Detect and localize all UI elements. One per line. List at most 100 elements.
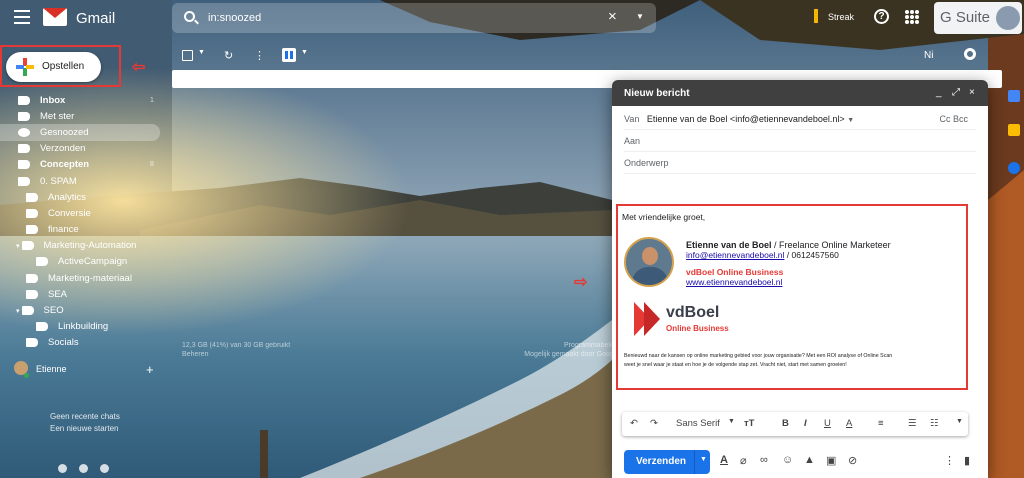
from-row[interactable]: Van Etienne van de Boel <info@etiennevan… xyxy=(624,108,976,130)
sidebar-item-label: 0. SPAM xyxy=(40,175,77,187)
attach-icon[interactable]: ⌀ xyxy=(740,454,747,467)
sidebar-item-sea[interactable]: SEA xyxy=(0,286,165,302)
calendar-icon[interactable] xyxy=(1008,90,1020,102)
greeting-text[interactable]: Met vriendelijke groet, xyxy=(622,212,705,222)
sidebar-item-seo[interactable]: ▾ SEO xyxy=(0,302,165,318)
input-language-button[interactable]: Ni xyxy=(924,50,933,61)
text-color-icon[interactable]: A xyxy=(846,418,852,429)
bold-icon[interactable]: B xyxy=(782,418,789,429)
bulleted-list-icon[interactable]: ☷ xyxy=(930,418,939,429)
send-button[interactable]: Verzenden ▼ xyxy=(624,450,710,474)
search-input[interactable] xyxy=(208,9,588,27)
sidebar-item-label: Verzonden xyxy=(40,143,86,155)
sidebar-item-sent[interactable]: Verzonden xyxy=(0,141,165,157)
photo-icon[interactable]: ▣ xyxy=(826,454,836,467)
sidebar-item-inbox[interactable]: Inbox 1 xyxy=(0,92,165,108)
sidebar-item-socials[interactable]: Socials xyxy=(0,335,165,351)
person-icon[interactable] xyxy=(58,464,67,473)
italic-icon[interactable]: I xyxy=(804,418,807,429)
sidebar-item-starred[interactable]: Met ster xyxy=(0,108,165,124)
gmail-wordmark[interactable]: Gmail xyxy=(76,10,115,27)
sidebar-item-conversie[interactable]: Conversie xyxy=(0,205,165,221)
arrow-annotation-icon: ⇨ xyxy=(574,274,588,291)
sidebar-item-marketing-materiaal[interactable]: Marketing-materiaal xyxy=(0,270,165,286)
search-options-icon[interactable]: ▼ xyxy=(636,12,644,21)
from-value[interactable]: Etienne van de Boel <info@etiennevandebo… xyxy=(647,114,845,124)
discard-draft-icon[interactable]: ▮ xyxy=(964,454,970,467)
sidebar-item-drafts[interactable]: Concepten 8 xyxy=(0,157,165,173)
sidebar-item-label: Analytics xyxy=(48,191,87,203)
clear-search-icon[interactable]: × xyxy=(608,8,617,25)
promo-line-2: weet je snel waar je staat en hoe je de … xyxy=(624,362,847,368)
align-icon[interactable]: ≡ xyxy=(878,418,884,429)
signature-name: Etienne van de Boel xyxy=(686,240,772,250)
sidebar-item-analytics[interactable]: Analytics xyxy=(0,189,165,205)
subject-field[interactable]: Onderwerp xyxy=(624,152,976,174)
new-chat-icon[interactable]: + xyxy=(146,362,154,377)
phone-icon[interactable] xyxy=(100,464,109,473)
help-icon[interactable]: ? xyxy=(874,9,889,24)
underline-icon[interactable]: U xyxy=(824,418,831,429)
gsuite-label: G Suite xyxy=(940,9,991,26)
compose-header[interactable]: Nieuw bericht _ ⤢ × xyxy=(612,80,988,106)
sidebar-item-finance[interactable]: finance xyxy=(0,222,165,238)
gmail-logo-icon[interactable] xyxy=(43,8,67,26)
label-icon xyxy=(26,208,38,218)
main-menu-icon[interactable] xyxy=(14,10,30,24)
streak-pipeline-icon[interactable] xyxy=(282,48,296,62)
hangouts-user[interactable]: Etienne xyxy=(36,364,67,374)
manage-storage-link[interactable]: Beheren xyxy=(182,350,290,359)
cc-bcc-link[interactable]: Cc Bcc xyxy=(939,114,968,124)
send-options-icon[interactable]: ▼ xyxy=(700,456,707,463)
drive-icon[interactable]: ▲ xyxy=(804,454,815,466)
gear-icon[interactable] xyxy=(964,48,976,60)
format-options-icon[interactable]: A xyxy=(720,454,728,466)
minimize-icon[interactable]: _ xyxy=(936,87,942,98)
powered-by-text: Mogelijk gemaakt door Google xyxy=(524,351,620,358)
from-dropdown-icon[interactable]: ▼ xyxy=(847,117,854,124)
fullscreen-icon[interactable]: ⤢ xyxy=(952,87,960,98)
redo-icon[interactable]: ↷ xyxy=(650,418,658,429)
close-icon[interactable]: × xyxy=(969,87,975,98)
tasks-icon[interactable] xyxy=(1008,162,1020,174)
sidebar-item-activecampaign[interactable]: ActiveCampaign xyxy=(0,254,165,270)
caret-down-icon[interactable]: ▾ xyxy=(16,307,20,315)
streak-icon[interactable] xyxy=(814,9,818,23)
link-icon[interactable]: ∞ xyxy=(760,454,768,466)
pipeline-dropdown-icon[interactable]: ▼ xyxy=(301,49,308,56)
gsuite-account-button[interactable]: G Suite xyxy=(934,2,1022,34)
more-options-icon[interactable]: ⋮ xyxy=(944,454,955,467)
sidebar-item-linkbuilding[interactable]: Linkbuilding xyxy=(0,319,165,335)
font-dropdown-icon[interactable]: ▼ xyxy=(728,418,735,425)
hangouts-icon[interactable] xyxy=(79,464,88,473)
more-icon[interactable]: ⋮ xyxy=(254,49,265,62)
sidebar-item-marketing-automation[interactable]: ▾ Marketing-Automation xyxy=(0,238,165,254)
text-size-icon[interactable]: тT xyxy=(744,418,754,429)
font-select[interactable]: Sans Serif xyxy=(676,418,720,429)
numbered-list-icon[interactable]: ☰ xyxy=(908,418,917,429)
confidential-icon[interactable]: ⊘ xyxy=(848,454,857,467)
signature-email-link[interactable]: info@etiennevandeboel.nl xyxy=(686,250,784,260)
select-all-checkbox[interactable] xyxy=(182,50,193,61)
to-field[interactable]: Aan xyxy=(624,130,976,152)
apps-grid-icon[interactable] xyxy=(905,10,919,24)
signature-promo: Benieuwd naar de kansen op online market… xyxy=(624,352,964,370)
refresh-icon[interactable]: ↻ xyxy=(224,49,233,62)
search-icon[interactable] xyxy=(184,11,195,22)
logo-subtitle: Online Business xyxy=(666,324,729,333)
keep-icon[interactable] xyxy=(1008,124,1020,136)
sidebar-item-spam[interactable]: 0. SPAM xyxy=(0,173,165,189)
search-bar[interactable]: × ▼ xyxy=(172,3,656,33)
undo-icon[interactable]: ↶ xyxy=(630,418,638,429)
program-policy-link[interactable]: Programmabeleid xyxy=(520,341,619,350)
more-formatting-icon[interactable]: ▼ xyxy=(956,418,963,425)
sidebar-item-snoozed[interactable]: Gesnoozed xyxy=(0,124,160,141)
clock-icon xyxy=(18,127,30,137)
select-dropdown-icon[interactable]: ▼ xyxy=(198,49,205,56)
signature-website-link[interactable]: www.etiennevandeboel.nl xyxy=(686,277,782,287)
caret-down-icon[interactable]: ▾ xyxy=(16,242,20,250)
avatar[interactable] xyxy=(996,6,1020,30)
streak-label[interactable]: Streak xyxy=(828,12,854,22)
start-chat-link[interactable]: Een nieuwe starten xyxy=(50,423,120,435)
emoji-icon[interactable]: ☺ xyxy=(782,454,793,466)
